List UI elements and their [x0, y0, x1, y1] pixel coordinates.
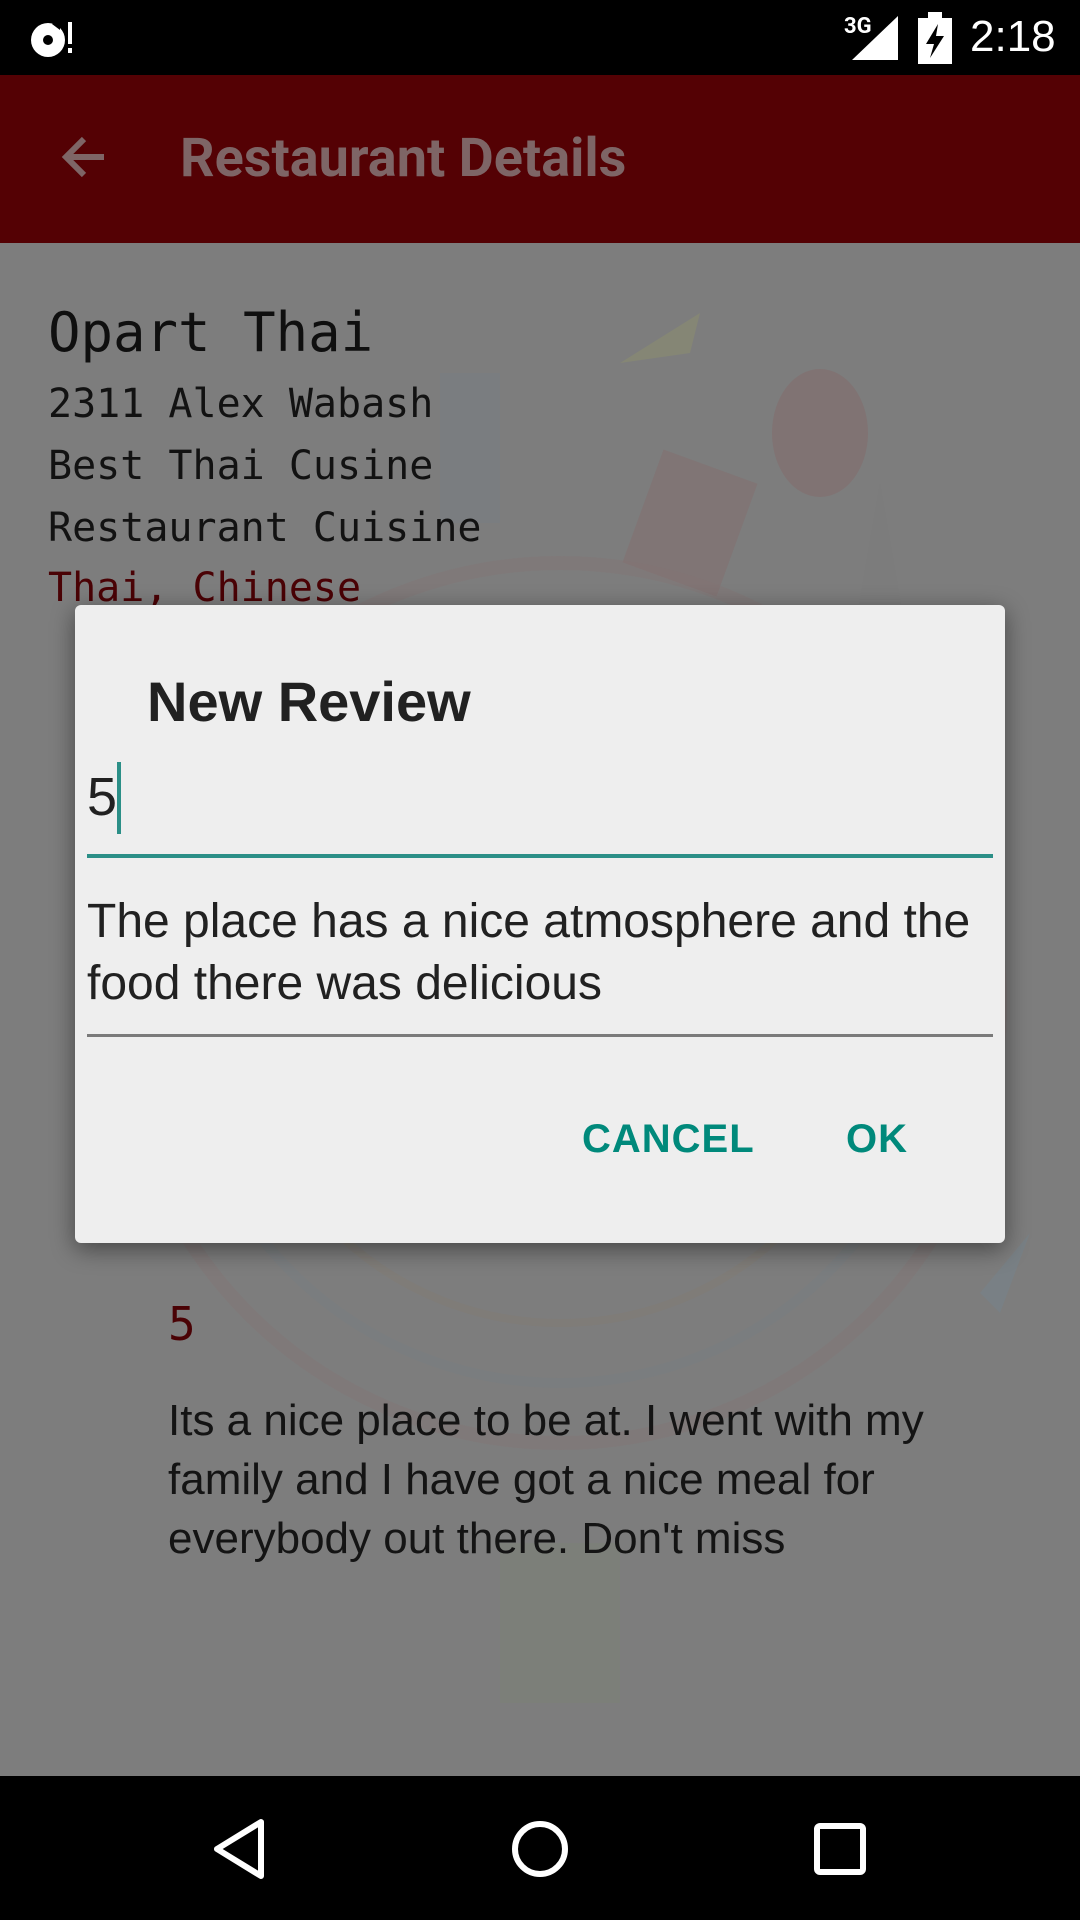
signal-icon: [852, 16, 898, 60]
page-title: Restaurant Details: [180, 127, 627, 190]
restaurant-tagline: Best Thai Cusine: [48, 443, 434, 489]
review-input[interactable]: The place has a nice atmosphere and the …: [87, 885, 993, 1037]
battery-icon: [918, 12, 952, 64]
status-bar: 3G 2:18: [0, 0, 1080, 75]
nav-home-icon[interactable]: [505, 1814, 575, 1884]
back-arrow-icon[interactable]: [54, 127, 114, 187]
rating-input[interactable]: 5: [87, 750, 993, 858]
dialog-title: New Review: [147, 670, 471, 733]
review-text: Its a nice place to be at. I went with m…: [168, 1396, 924, 1563]
new-review-dialog: New Review 5 The place has a nice atmosp…: [75, 605, 1005, 1243]
restaurant-address: 2311 Alex Wabash: [48, 381, 434, 427]
notification-icon: [31, 20, 72, 57]
nav-recents-icon[interactable]: [805, 1814, 875, 1884]
text-cursor: [117, 762, 121, 834]
restaurant-name: Opart Thai: [48, 301, 374, 364]
clock: 2:18: [970, 12, 1056, 61]
rating-input-value: 5: [87, 767, 118, 827]
nav-back-icon[interactable]: [205, 1814, 275, 1884]
navigation-bar: [0, 1776, 1080, 1920]
cuisine-label: Restaurant Cuisine: [48, 505, 482, 551]
ok-button[interactable]: OK: [846, 1117, 908, 1162]
app-bar: Restaurant Details: [0, 75, 1080, 243]
cancel-button[interactable]: CANCEL: [582, 1117, 755, 1162]
review-input-value: The place has a nice atmosphere and the …: [87, 895, 971, 1010]
review-rating: 5: [168, 1297, 196, 1351]
